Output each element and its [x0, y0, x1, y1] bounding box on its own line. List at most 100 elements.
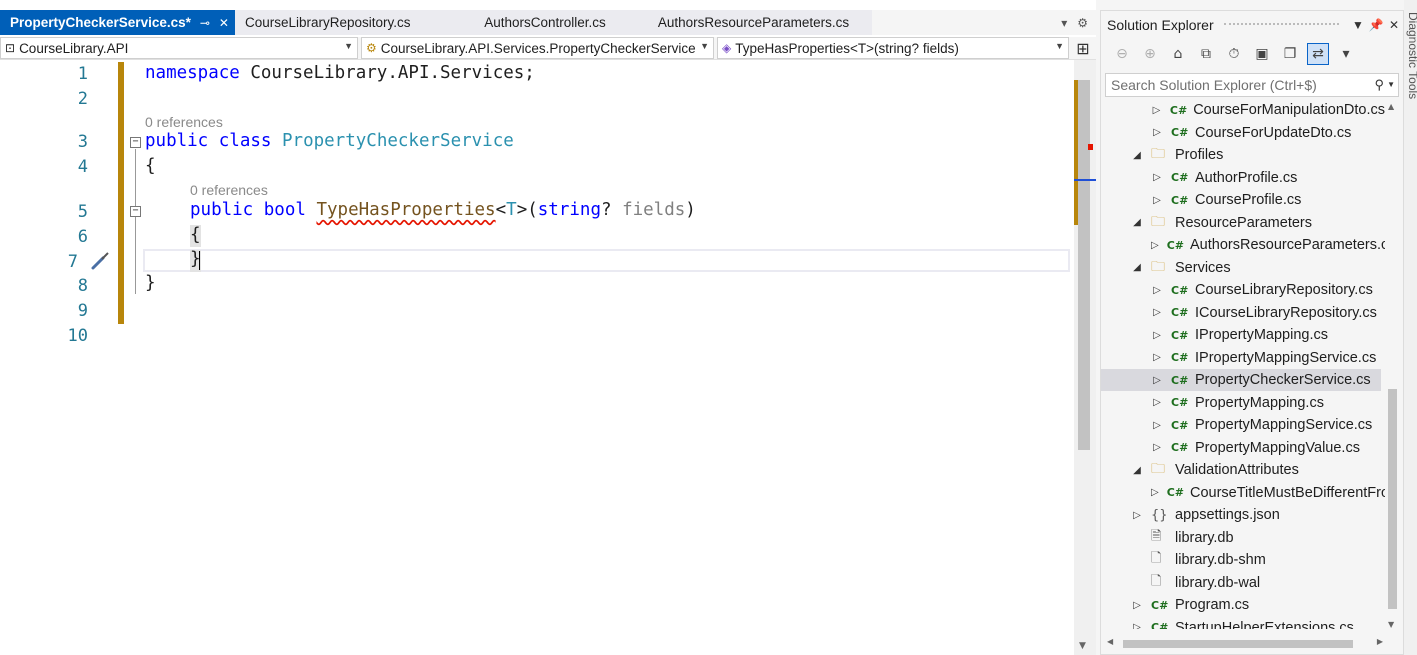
sync-active-document-icon[interactable]: ⇄ — [1307, 43, 1329, 65]
switch-views-icon[interactable]: ⧉ — [1195, 43, 1217, 65]
expand-arrow-icon[interactable]: ▷ — [1131, 600, 1143, 611]
show-all-files-icon[interactable]: ❐ — [1279, 43, 1301, 65]
close-tab-icon[interactable]: ✕ — [219, 16, 229, 30]
tree-item[interactable]: ▷ C# PropertyMappingValue.cs — [1101, 437, 1385, 459]
more-options-icon[interactable]: ▾ — [1335, 43, 1357, 65]
expand-arrow-icon[interactable]: ▷ — [1151, 420, 1163, 431]
close-panel-icon[interactable]: ✕ — [1385, 18, 1403, 32]
expand-arrow-icon[interactable]: ▷ — [1151, 487, 1159, 498]
solution-search-box[interactable]: Search Solution Explorer (Ctrl+$) ⚲ ▼ — [1105, 73, 1399, 97]
method-name-token: TypeHasProperties — [316, 200, 496, 220]
expand-arrow-icon[interactable]: ▷ — [1131, 510, 1143, 521]
tree-item[interactable]: ▷ C# IPropertyMappingService.cs — [1101, 347, 1385, 369]
tree-item[interactable]: ◢ 🗀 Profiles — [1101, 144, 1385, 166]
home-icon[interactable]: ⌂ — [1167, 43, 1189, 65]
tree-item[interactable]: ▷ C# PropertyCheckerService.cs — [1101, 369, 1381, 391]
tab-property-checker-service[interactable]: PropertyCheckerService.cs* ⊸ ✕ — [0, 10, 235, 35]
tree-item[interactable]: ▷ C# CourseProfile.cs — [1101, 189, 1385, 211]
tree-item[interactable]: ◢ 🗀 ValidationAttributes — [1101, 459, 1385, 481]
expand-arrow-icon[interactable]: ▷ — [1151, 330, 1163, 341]
settings-icon[interactable]: ⚙ — [1077, 16, 1088, 30]
pin-icon[interactable]: ⊸ — [200, 16, 210, 30]
tree-item[interactable]: ▷ {} appsettings.json — [1101, 504, 1385, 526]
expand-arrow-icon[interactable]: ▷ — [1151, 240, 1159, 251]
tree-item[interactable]: ▷ C# CourseLibraryRepository.cs — [1101, 279, 1385, 301]
tree-item[interactable]: ▷ C# AuthorProfile.cs — [1101, 167, 1385, 189]
diagnostic-tools-tab[interactable]: Diagnostic Tools — [1406, 12, 1417, 99]
member-dropdown[interactable]: ◈ TypeHasProperties<T>(string? fields) ▼ — [717, 37, 1069, 59]
drag-grip[interactable] — [1223, 22, 1339, 28]
tab-course-library-repository[interactable]: CourseLibraryRepository.cs — [234, 10, 455, 35]
scrollbar-thumb[interactable] — [1078, 80, 1090, 450]
split-window-icon[interactable]: ⊞ — [1072, 37, 1094, 59]
collapse-arrow-icon[interactable]: ◢ — [1131, 465, 1143, 476]
tree-item-label: ValidationAttributes — [1175, 462, 1299, 478]
back-icon[interactable]: ⊖ — [1111, 43, 1133, 65]
expand-arrow-icon[interactable]: ▷ — [1151, 375, 1163, 386]
tree-item[interactable]: ◢ 🗀 Services — [1101, 257, 1385, 279]
csharp-file-icon: C# — [1171, 193, 1189, 207]
collapse-class-icon[interactable]: − — [130, 137, 141, 148]
editor-vertical-scrollbar[interactable]: ▼ — [1074, 60, 1096, 655]
tree-item[interactable]: 🗋 library.db-wal — [1101, 572, 1385, 594]
tab-authors-resource-parameters[interactable]: AuthorsResourceParameters.cs — [634, 10, 872, 35]
tree-item[interactable]: ▷ C# CourseTitleMustBeDifferentFrom — [1101, 482, 1385, 504]
expand-arrow-icon[interactable]: ▷ — [1151, 352, 1163, 363]
solution-horizontal-scrollbar[interactable]: ◀ ▶ — [1105, 634, 1385, 652]
expand-arrow-icon[interactable]: ▷ — [1151, 397, 1163, 408]
expand-arrow-icon[interactable]: ▷ — [1151, 442, 1163, 453]
tree-item[interactable]: ◢ 🗀 ResourceParameters — [1101, 212, 1385, 234]
collapse-all-icon[interactable]: ▣ — [1251, 43, 1273, 65]
expand-arrow-icon[interactable]: ▷ — [1151, 285, 1163, 296]
scroll-left-arrow-icon[interactable]: ◀ — [1107, 637, 1113, 646]
line-number: 10 — [67, 326, 88, 346]
collapse-arrow-icon[interactable]: ◢ — [1131, 217, 1143, 228]
expand-arrow-icon[interactable]: ▷ — [1151, 127, 1163, 138]
expand-arrow-icon[interactable]: ▷ — [1151, 307, 1163, 318]
collapse-method-icon[interactable]: − — [130, 206, 141, 217]
tree-item[interactable]: 🗋 library.db-shm — [1101, 549, 1385, 571]
quick-actions-screwdriver-icon[interactable] — [89, 250, 111, 272]
tree-item[interactable]: ▷ C# Program.cs — [1101, 594, 1385, 616]
collapse-arrow-icon[interactable]: ◢ — [1131, 150, 1143, 161]
tree-item[interactable]: ▷ C# AuthorsResourceParameters.cs — [1101, 234, 1385, 256]
tab-authors-controller[interactable]: AuthorsController.cs — [454, 10, 635, 35]
scrollbar-thumb[interactable] — [1388, 389, 1397, 609]
scroll-right-arrow-icon[interactable]: ▶ — [1377, 637, 1383, 646]
type-dropdown[interactable]: ⚙ CourseLibrary.API.Services.PropertyChe… — [361, 37, 714, 59]
window-options-icon[interactable]: ▼ — [1349, 18, 1367, 32]
expand-arrow-icon[interactable]: ▷ — [1131, 622, 1143, 629]
tree-item[interactable]: ▷ C# IPropertyMapping.cs — [1101, 324, 1385, 346]
search-options-chevron-icon[interactable]: ▼ — [1387, 80, 1395, 89]
tree-item[interactable]: ▷ C# PropertyMappingService.cs — [1101, 414, 1385, 436]
pending-changes-filter-icon[interactable]: ⏱ — [1223, 43, 1245, 65]
code-editor[interactable]: 1 2 3 4 5 6 7 8 9 10 − − namespace Cours… — [0, 60, 1074, 655]
search-icon[interactable]: ⚲ — [1374, 77, 1384, 93]
scrollbar-thumb[interactable] — [1123, 640, 1353, 648]
expand-arrow-icon[interactable]: ▷ — [1151, 105, 1162, 116]
solution-tree: ▷ C# CourseForManipulationDto.cs ▷ C# CourseF… — [1101, 99, 1385, 629]
project-dropdown[interactable]: ⊡ CourseLibrary.API ▼ — [0, 37, 358, 59]
expand-arrow-icon[interactable]: ▷ — [1151, 195, 1163, 206]
tree-item-label: AuthorProfile.cs — [1195, 169, 1298, 186]
expand-arrow-icon[interactable]: ▷ — [1151, 172, 1163, 183]
tree-item[interactable]: ▷ C# ICourseLibraryRepository.cs — [1101, 302, 1385, 324]
scroll-up-arrow-icon[interactable]: ▲ — [1388, 102, 1394, 111]
pin-panel-icon[interactable]: 📌 — [1367, 18, 1385, 32]
folder-icon: 🗀 — [1151, 213, 1165, 230]
tree-item[interactable]: ▷ C# CourseForManipulationDto.cs — [1101, 99, 1385, 121]
tree-item[interactable]: ▷ C# StartupHelperExtensions.cs — [1101, 617, 1385, 630]
tab-list-dropdown-icon[interactable]: ▾ — [1061, 16, 1067, 30]
tree-item[interactable]: ▷ C# PropertyMapping.cs — [1101, 392, 1385, 414]
collapse-arrow-icon[interactable]: ◢ — [1131, 262, 1143, 273]
solution-vertical-scrollbar[interactable]: ▲ ▼ — [1386, 99, 1400, 629]
codelens-method-references[interactable]: 0 references — [190, 182, 268, 198]
forward-icon[interactable]: ⊕ — [1139, 43, 1161, 65]
scroll-down-arrow-icon[interactable]: ▼ — [1079, 641, 1086, 651]
punctuation-token: ) — [685, 200, 696, 220]
tree-item[interactable]: ▷ C# CourseForUpdateDto.cs — [1101, 122, 1385, 144]
codelens-class-references[interactable]: 0 references — [145, 114, 223, 130]
tree-item-label: CourseForUpdateDto.cs — [1195, 124, 1352, 141]
scroll-down-arrow-icon[interactable]: ▼ — [1388, 620, 1394, 629]
tree-item[interactable]: 🗎 library.db — [1101, 527, 1385, 549]
